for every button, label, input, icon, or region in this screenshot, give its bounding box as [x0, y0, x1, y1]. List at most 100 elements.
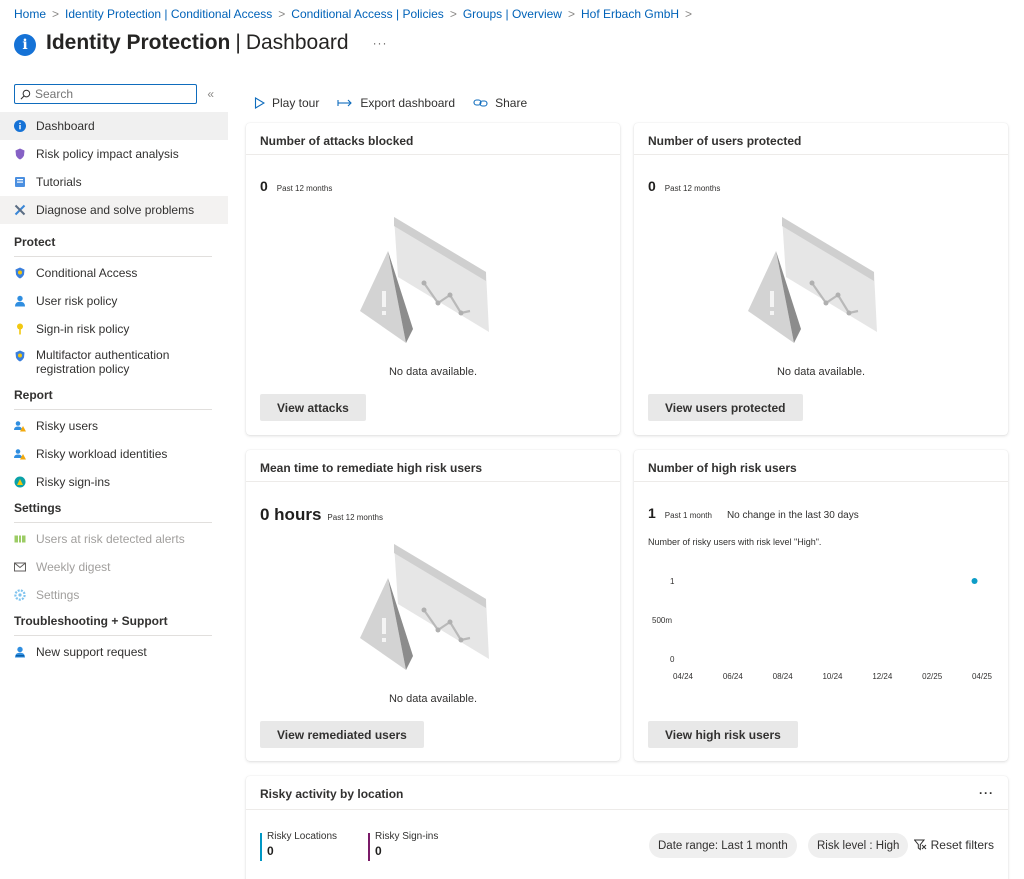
x-tick-label: 04/25 — [972, 672, 993, 681]
date-range-filter[interactable]: Date range: Last 1 month — [649, 833, 797, 858]
no-data-text: No data available. — [776, 366, 866, 378]
view-high-risk-users-button[interactable]: View high risk users — [648, 721, 798, 748]
card-title: Number of users protected — [648, 134, 802, 148]
page-header: i Identity Protection | Dashboard ··· — [14, 30, 388, 56]
sidebar-item-tutorials[interactable]: Tutorials — [0, 168, 228, 196]
search-icon — [20, 89, 31, 99]
sidebar-item-risky-signins[interactable]: Risky sign-ins — [0, 468, 228, 496]
play-icon — [254, 97, 265, 109]
section-report: Report — [14, 388, 53, 402]
collapse-sidebar-button[interactable]: « — [207, 87, 214, 101]
section-protect: Protect — [14, 235, 56, 249]
breadcrumb-ca-policies[interactable]: Conditional Access | Policies — [291, 7, 444, 21]
view-users-protected-button[interactable]: View users protected — [648, 394, 803, 421]
sidebar-item-conditional-access[interactable]: Conditional Access — [0, 259, 228, 287]
breadcrumb-hof-erbach[interactable]: Hof Erbach GmbH — [581, 7, 679, 21]
signin-risk-icon — [14, 476, 26, 488]
view-attacks-button[interactable]: View attacks — [260, 394, 366, 421]
risky-signins-bar — [368, 833, 370, 861]
metric-period: Past 12 months — [276, 184, 333, 193]
x-tick-label: 04/24 — [673, 672, 694, 681]
toolbar: Play tour Export dashboard Share — [254, 96, 527, 110]
sidebar-item-label: New support request — [36, 645, 147, 659]
card-high-risk-users: Number of high risk users 1 Past 1 month… — [634, 450, 1008, 761]
more-options-button[interactable]: ··· — [979, 786, 994, 800]
sidebar: « Dashboard Risk policy impact analysis … — [0, 83, 228, 666]
sidebar-item-label: Diagnose and solve problems — [36, 203, 195, 217]
sidebar-item-risky-workload[interactable]: Risky workload identities — [0, 440, 228, 468]
divider — [634, 481, 1008, 482]
metric: 0 Past 12 months — [260, 178, 332, 194]
sidebar-item-risky-users[interactable]: Risky users — [0, 412, 228, 440]
divider — [14, 409, 212, 410]
search-row: « — [0, 83, 228, 105]
x-tick-label: 08/24 — [773, 672, 794, 681]
alert-map-icon — [14, 533, 26, 545]
breadcrumb-separator: > — [278, 7, 286, 21]
sidebar-item-label: Conditional Access — [36, 266, 138, 280]
breadcrumb-separator: > — [449, 7, 457, 21]
card-attacks-blocked: Number of attacks blocked 0 Past 12 mont… — [246, 123, 620, 435]
search-input[interactable] — [35, 87, 185, 101]
book-icon — [14, 176, 26, 188]
chart-description: Number of risky users with risk level "H… — [648, 537, 822, 547]
sidebar-item-diagnose[interactable]: Diagnose and solve problems — [0, 196, 228, 224]
risky-locations-bar — [260, 833, 262, 861]
metric-period: Past 1 month — [664, 511, 712, 520]
sidebar-item-settings[interactable]: Settings — [0, 581, 228, 609]
metric: 1 Past 1 month No change in the last 30 … — [648, 505, 859, 521]
sidebar-item-label: Settings — [36, 588, 80, 602]
y-tick-label: 0 — [670, 655, 675, 664]
divider — [634, 154, 1008, 155]
breadcrumb-separator: > — [567, 7, 575, 21]
card-title: Risky activity by location — [260, 787, 404, 801]
sidebar-item-signin-risk-policy[interactable]: Sign-in risk policy — [0, 315, 228, 343]
sidebar-item-risk-policy-impact[interactable]: Risk policy impact analysis — [0, 140, 228, 168]
sidebar-item-label: Risky sign-ins — [36, 475, 111, 489]
no-data-illustration — [360, 544, 489, 670]
page-subtitle: Dashboard — [245, 31, 349, 54]
info-icon — [14, 120, 26, 132]
gear-icon — [14, 589, 26, 601]
sidebar-item-user-risk-policy[interactable]: User risk policy — [0, 287, 228, 315]
play-tour-button[interactable]: Play tour — [254, 96, 319, 110]
card-title: Number of high risk users — [648, 461, 797, 475]
section-settings: Settings — [14, 501, 62, 515]
risky-signins-value: 0 — [375, 844, 382, 858]
risky-locations-label: Risky Locations — [267, 831, 338, 842]
risky-locations-stat: Risky Locations 0 — [260, 831, 338, 861]
shield-icon — [14, 267, 26, 279]
sidebar-item-users-at-risk-alerts[interactable]: Users at risk detected alerts — [0, 525, 228, 553]
divider — [14, 635, 212, 636]
more-options-button[interactable]: ··· — [373, 36, 388, 50]
breadcrumb-home[interactable]: Home — [14, 7, 46, 21]
high-risk-users-chart: 1 500m 0 04/24 06/24 08/24 10/24 12/24 02/25 04/2… — [652, 577, 993, 681]
sidebar-item-mfa-registration-policy[interactable]: Multifactor authentication registration … — [0, 343, 228, 383]
search-box[interactable] — [14, 84, 198, 104]
breadcrumb-groups-overview[interactable]: Groups | Overview — [463, 7, 562, 21]
user-icon — [14, 295, 26, 307]
mail-icon — [14, 561, 26, 573]
users-risk-icon — [14, 420, 26, 432]
sidebar-item-weekly-digest[interactable]: Weekly digest — [0, 553, 228, 581]
filter-reset-icon — [913, 839, 926, 851]
reset-filters-button[interactable]: Reset filters — [913, 838, 994, 852]
risk-level-filter[interactable]: Risk level : High — [808, 833, 909, 858]
sidebar-item-label: Risky users — [36, 419, 99, 433]
view-remediated-users-button[interactable]: View remediated users — [260, 721, 424, 748]
sidebar-item-label: Risky workload identities — [36, 447, 168, 461]
sidebar-item-dashboard[interactable]: Dashboard — [0, 112, 228, 140]
metric-value: 0 — [260, 178, 268, 194]
export-dashboard-button[interactable]: Export dashboard — [337, 96, 455, 110]
data-point[interactable] — [971, 578, 978, 584]
sidebar-item-new-support-request[interactable]: New support request — [0, 638, 228, 666]
divider — [14, 522, 212, 523]
sidebar-item-label: Users at risk detected alerts — [36, 532, 185, 546]
card-title: Number of attacks blocked — [260, 134, 414, 148]
breadcrumb-identity-protection-ca[interactable]: Identity Protection | Conditional Access — [65, 7, 272, 21]
link-icon — [473, 99, 488, 107]
share-button[interactable]: Share — [473, 96, 527, 110]
share-label: Share — [495, 96, 528, 110]
x-tick-label: 02/25 — [922, 672, 943, 681]
card-title: Mean time to remediate high risk users — [260, 461, 483, 475]
